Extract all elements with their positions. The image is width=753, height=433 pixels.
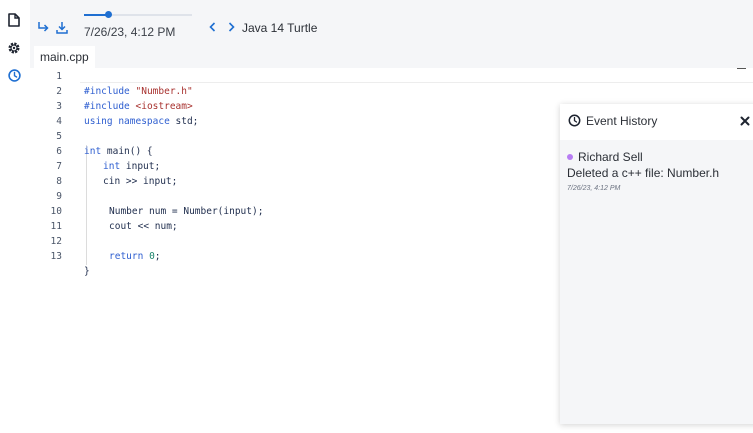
toolbar: 7/26/23, 4:12 PM Java 14 Turtle <box>30 0 753 46</box>
event-history-title: Event History <box>586 114 658 128</box>
event-user: Richard Sell <box>567 150 747 166</box>
gear-icon[interactable] <box>6 40 22 56</box>
activity-bar <box>0 0 30 433</box>
clock-icon <box>568 114 581 127</box>
timeline-timestamp: 7/26/23, 4:12 PM <box>84 25 176 39</box>
tab-main-cpp[interactable]: main.cpp <box>34 46 95 68</box>
event-time: 7/26/23, 4:12 PM <box>567 185 621 192</box>
event-history-panel: Event History Richard Sell Deleted a c++… <box>560 104 753 424</box>
close-icon[interactable] <box>738 114 752 128</box>
code-line[interactable]: #include <iostream> <box>30 84 753 112</box>
download-icon[interactable] <box>54 19 70 35</box>
chevron-left-icon[interactable] <box>206 20 218 34</box>
user-dot <box>567 154 573 160</box>
event-history-header: Event History <box>560 104 753 140</box>
event-description: Deleted a c++ file: Number.h <box>567 166 720 180</box>
code-line[interactable]: #include "Number.h" <box>30 69 753 97</box>
clock-icon[interactable] <box>6 67 22 83</box>
timeline-slider[interactable] <box>84 10 192 18</box>
chevron-right-icon[interactable] <box>225 20 237 34</box>
event-history-list: Richard Sell Deleted a c++ file: Number.… <box>560 140 753 424</box>
restore-icon[interactable] <box>35 19 51 35</box>
workspace: 7/26/23, 4:12 PM Java 14 Turtle main.cpp… <box>30 0 753 433</box>
event-item[interactable]: Richard Sell Deleted a c++ file: Number.… <box>567 150 747 192</box>
file-icon[interactable] <box>6 12 22 28</box>
project-title: Java 14 Turtle <box>242 21 318 35</box>
timeline-thumb[interactable] <box>104 11 112 18</box>
